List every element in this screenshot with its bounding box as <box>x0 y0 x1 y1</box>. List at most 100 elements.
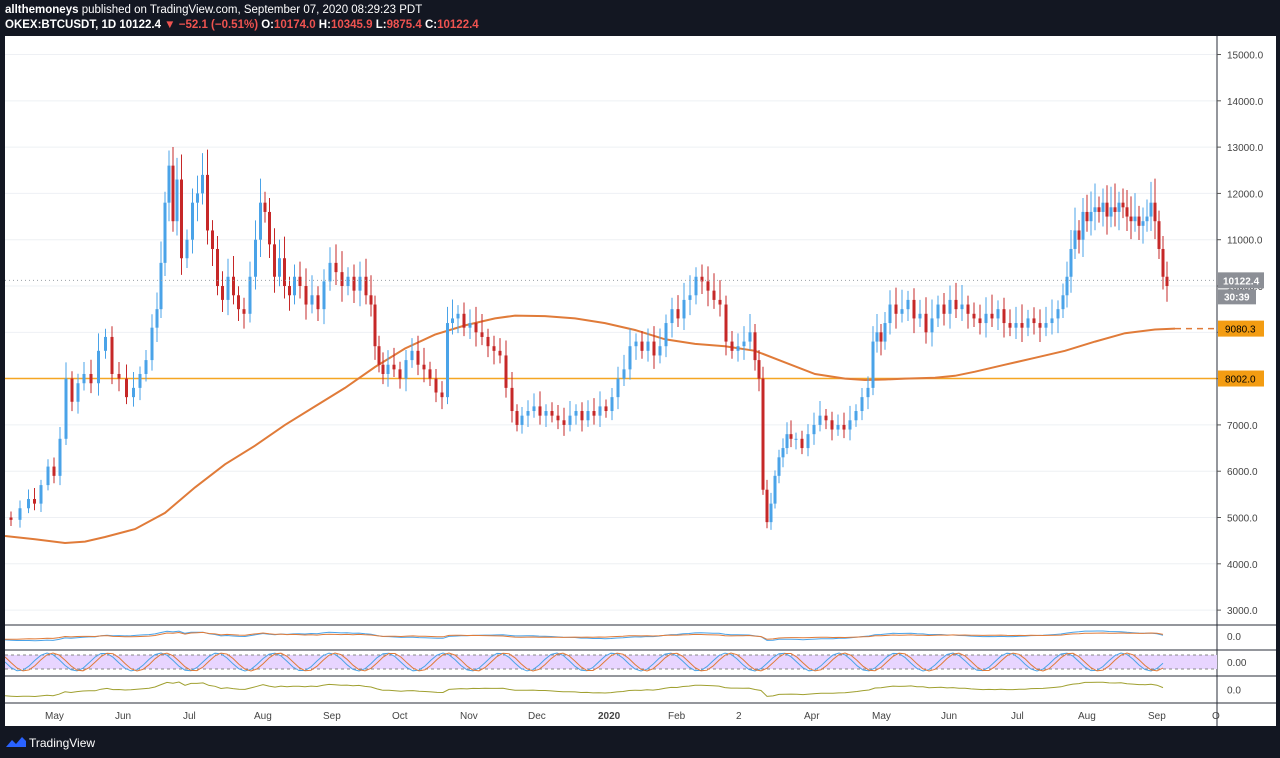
candle-body <box>358 276 362 291</box>
candle-body <box>369 295 373 305</box>
candle-body <box>46 466 50 486</box>
candle-body <box>171 165 175 222</box>
candle-body <box>191 202 194 240</box>
candle-body <box>936 304 940 319</box>
candle-body <box>718 299 722 305</box>
candle-body <box>924 313 928 333</box>
candle-body <box>966 304 970 314</box>
candle-body <box>562 420 566 425</box>
candle-body <box>352 276 356 291</box>
candle-body <box>794 438 798 440</box>
candle-body <box>906 299 910 310</box>
candle-body <box>616 378 620 398</box>
candlesticks <box>9 146 1169 530</box>
low-label: L: <box>375 19 387 31</box>
candle-body <box>64 378 68 439</box>
candle-body <box>824 415 828 421</box>
low-value: 9875.4 <box>386 19 422 31</box>
candle-body <box>340 272 344 287</box>
candle-body <box>785 434 789 449</box>
candle-body <box>422 364 426 370</box>
candle-body <box>206 174 209 231</box>
tradingview-logo-icon[interactable] <box>6 736 26 748</box>
candle-body <box>278 258 281 277</box>
candle-body <box>912 299 916 319</box>
candle-body <box>556 415 560 421</box>
moving-average <box>5 314 1217 545</box>
candle-body <box>694 276 698 296</box>
candle-body <box>440 392 444 398</box>
candle-body <box>765 489 769 523</box>
candle-body <box>1089 211 1093 222</box>
candle-body <box>144 360 148 374</box>
candle-body <box>640 341 644 351</box>
candle-body <box>842 424 846 430</box>
candle-body <box>268 211 271 245</box>
candle-body <box>76 383 80 402</box>
publish-info: published on TradingView.com, September … <box>81 4 423 16</box>
ma-line <box>5 314 1176 545</box>
candle-body <box>1145 216 1149 222</box>
candle-body <box>894 304 898 314</box>
candle-body <box>1105 202 1109 217</box>
candle-body <box>416 350 420 365</box>
candle-body <box>753 332 757 361</box>
candle-body <box>1044 323 1048 328</box>
x-tick-label: Jun <box>115 711 131 722</box>
candle-body <box>263 202 267 212</box>
x-tick-label: Jun <box>941 711 957 722</box>
candle-body <box>1093 207 1097 212</box>
candle-body <box>288 286 291 296</box>
candle-body <box>82 373 86 384</box>
candle-body <box>196 193 199 203</box>
candle-body <box>498 350 502 356</box>
stoch-pane-label: 0.00 <box>1227 658 1247 669</box>
y-tick-label: 3000.0 <box>1227 606 1258 617</box>
brand-name[interactable]: TradingView <box>29 736 95 750</box>
candle-body <box>283 258 286 287</box>
time-axis[interactable]: May Jun Jul Aug Sep Oct Nov Dec 2020 Feb 2 Apr May Ju… <box>45 711 1220 722</box>
candle-body <box>604 406 608 412</box>
y-tick-label: 7000.0 <box>1227 421 1258 432</box>
candle-body <box>664 323 668 347</box>
candle-body <box>871 341 875 388</box>
candle-body <box>1020 323 1024 328</box>
candle-body <box>434 378 438 393</box>
candle-body <box>1073 230 1077 249</box>
candle-body <box>9 517 13 520</box>
candle-body <box>1065 276 1069 296</box>
chart-area[interactable]: 15000.014000.013000.012000.011000.010000… <box>5 36 1276 726</box>
candle-body <box>757 360 761 379</box>
symbol-name[interactable]: OKEX:BTCUSDT, 1D <box>5 19 116 31</box>
candle-body <box>456 313 460 319</box>
candle-body <box>70 378 74 402</box>
candle-body <box>1077 230 1081 240</box>
osc-line <box>5 681 1164 698</box>
candle-body <box>221 286 224 300</box>
candle-body <box>942 304 946 314</box>
candle-body <box>888 304 892 324</box>
candle-body <box>777 457 781 476</box>
candle-body <box>532 406 536 412</box>
candle-body <box>592 411 596 416</box>
candle-body <box>1097 207 1101 212</box>
candle-body <box>1137 216 1141 226</box>
candle-body <box>960 304 964 310</box>
candle-body <box>39 485 43 504</box>
candle-body <box>125 378 128 398</box>
candle-body <box>812 424 816 435</box>
candle-body <box>1109 207 1113 217</box>
candle-body <box>1085 211 1089 222</box>
last-price-label: 10122.4 <box>1223 276 1260 287</box>
candle-body <box>392 364 396 370</box>
high-value: 10345.9 <box>330 19 373 31</box>
x-tick-label: 2 <box>736 711 742 722</box>
candle-body <box>1061 295 1065 310</box>
candle-body <box>818 415 822 425</box>
candle-body <box>273 244 276 277</box>
author-name[interactable]: allthemoneys <box>5 4 79 16</box>
price-chart[interactable]: 15000.014000.013000.012000.011000.010000… <box>5 36 1276 726</box>
x-tick-label: May <box>45 711 64 722</box>
candle-body <box>652 341 656 356</box>
candle-body <box>806 434 810 449</box>
